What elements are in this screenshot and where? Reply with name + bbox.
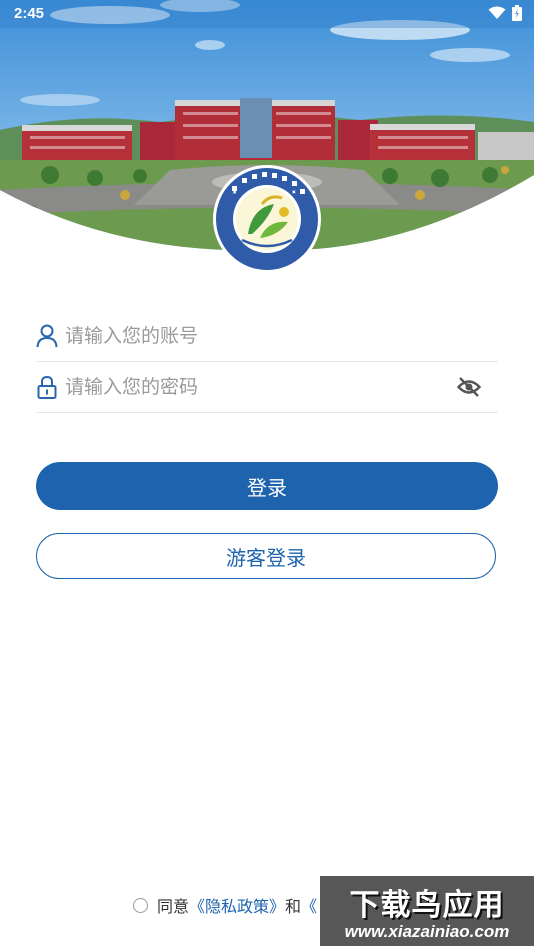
agree-radio[interactable] bbox=[133, 897, 148, 913]
status-time: 2:45 bbox=[14, 5, 45, 22]
password-field bbox=[36, 362, 498, 413]
school-emblem-icon: ✦ ✦ bbox=[212, 164, 322, 274]
agreement-row: 同意 《隐私政策》 和 《 bbox=[133, 893, 317, 917]
lock-icon bbox=[36, 375, 58, 399]
user-agreement-link[interactable]: 《 bbox=[301, 893, 317, 917]
watermark-url: www.xiazainiao.com bbox=[344, 922, 510, 941]
wifi-icon bbox=[488, 6, 506, 19]
watermark: 下载鸟应用 www.xiazainiao.com bbox=[320, 876, 534, 946]
status-icons bbox=[488, 5, 522, 21]
status-bar: 2:45 bbox=[0, 0, 534, 28]
privacy-policy-link[interactable]: 《隐私政策》 bbox=[189, 893, 285, 917]
account-input[interactable] bbox=[65, 316, 498, 356]
account-field bbox=[36, 311, 498, 362]
login-button[interactable]: 登录 bbox=[36, 462, 498, 510]
guest-login-button[interactable]: 游客登录 bbox=[36, 533, 496, 579]
eye-off-icon[interactable] bbox=[456, 374, 482, 400]
agree-and: 和 bbox=[285, 897, 302, 916]
battery-icon bbox=[512, 5, 522, 21]
watermark-title: 下载鸟应用 bbox=[349, 888, 505, 923]
user-icon bbox=[36, 324, 58, 348]
password-input[interactable] bbox=[65, 367, 456, 407]
agree-prefix: 同意 bbox=[157, 897, 190, 916]
